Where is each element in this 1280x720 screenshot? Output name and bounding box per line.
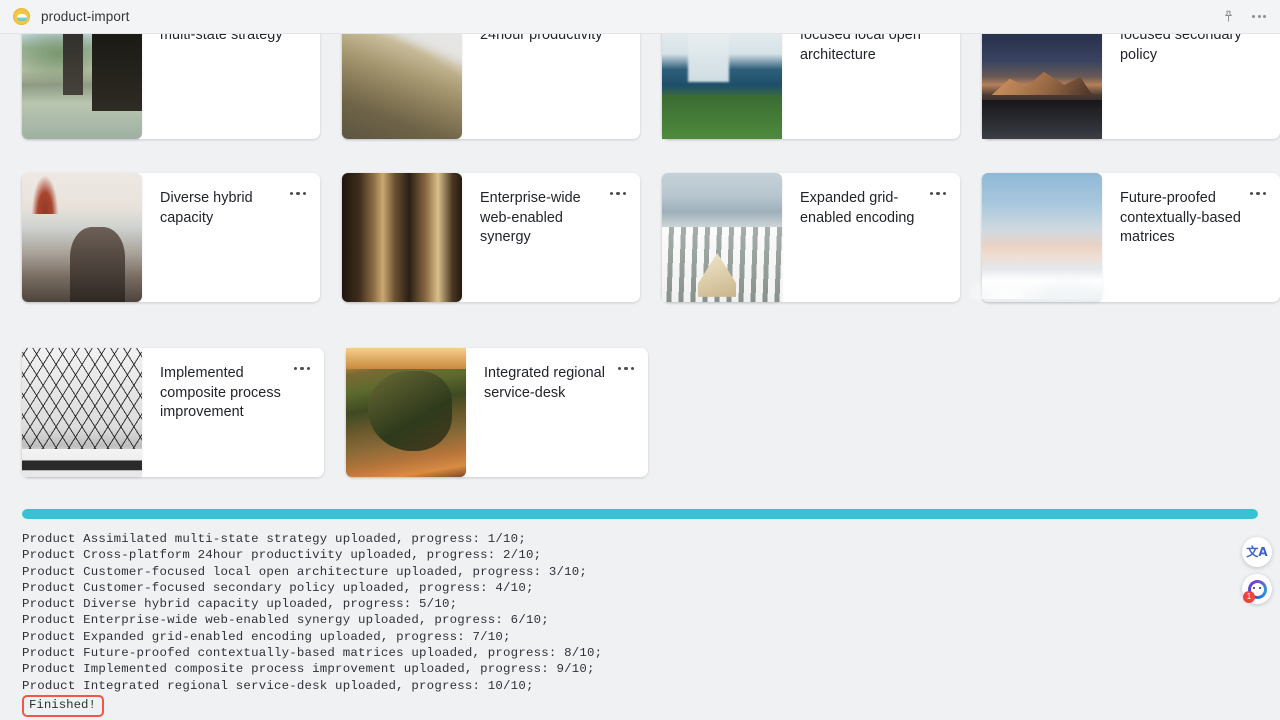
translate-glyph: 文A bbox=[1246, 545, 1268, 559]
console-line: Product Diverse hybrid capacity uploaded… bbox=[22, 597, 458, 612]
progress-track bbox=[22, 509, 1258, 519]
console-finished-row: Finished! bbox=[22, 694, 1262, 717]
console-line: Product Cross-platform 24hour productivi… bbox=[22, 548, 542, 563]
console-line: Product Expanded grid-enabled encoding u… bbox=[22, 629, 511, 644]
console-line: Product Future-proofed contextually-base… bbox=[22, 646, 603, 661]
console-line: Product Integrated regional service-desk… bbox=[22, 678, 534, 693]
product-title: Enterprise-wide web-enabled synergy bbox=[480, 190, 581, 246]
notification-badge: 1 bbox=[1243, 591, 1255, 603]
translate-icon[interactable]: 文A bbox=[1242, 537, 1272, 567]
product-title: Expanded grid-enabled encoding bbox=[800, 190, 915, 226]
header-actions bbox=[1217, 6, 1270, 28]
progress-fill bbox=[22, 509, 1258, 519]
console-line: Product Assimilated multi-state strategy… bbox=[22, 532, 526, 546]
chat-assistant-icon[interactable]: 1 bbox=[1242, 574, 1272, 604]
product-card[interactable]: Expanded grid-enabled encoding bbox=[662, 173, 960, 302]
product-title: Integrated regional service-desk bbox=[484, 365, 605, 401]
pin-icon[interactable] bbox=[1217, 6, 1239, 28]
console-log: Product Assimilated multi-state strategy… bbox=[22, 531, 1262, 717]
product-title: Future-proofed contextually-based matric… bbox=[1120, 190, 1241, 246]
more-horizontal-icon[interactable] bbox=[291, 364, 313, 373]
product-thumbnail bbox=[22, 173, 142, 302]
card-row: Diverse hybrid capacity Enterprise-wide … bbox=[0, 173, 1280, 302]
more-horizontal-icon[interactable] bbox=[1247, 189, 1269, 198]
product-thumbnail bbox=[970, 173, 1114, 302]
product-card[interactable]: Future-proofed contextually-based matric… bbox=[970, 173, 1280, 302]
console-line: Product Implemented composite process im… bbox=[22, 662, 595, 677]
more-horizontal-icon[interactable] bbox=[615, 364, 637, 373]
product-card[interactable]: Enterprise-wide web-enabled synergy bbox=[342, 173, 640, 302]
product-card[interactable]: Implemented composite process improvemen… bbox=[22, 348, 324, 477]
more-horizontal-icon[interactable] bbox=[607, 189, 629, 198]
upload-progress-bar bbox=[22, 509, 1258, 519]
finished-badge: Finished! bbox=[22, 694, 104, 717]
product-thumbnail bbox=[662, 173, 782, 302]
more-horizontal-icon[interactable] bbox=[1248, 6, 1270, 28]
app-header: product-import bbox=[0, 0, 1280, 34]
console-line: Product Customer-focused secondary polic… bbox=[22, 580, 534, 595]
cloud-logo-icon bbox=[13, 8, 30, 25]
product-thumbnail bbox=[22, 348, 142, 477]
page-title: product-import bbox=[41, 9, 130, 24]
more-horizontal-icon[interactable] bbox=[287, 189, 309, 198]
product-thumbnail bbox=[342, 173, 462, 302]
card-row: Implemented composite process improvemen… bbox=[0, 348, 1280, 477]
console-line: Product Customer-focused local open arch… bbox=[22, 564, 588, 579]
console-line: Product Enterprise-wide web-enabled syne… bbox=[22, 613, 549, 628]
more-horizontal-icon[interactable] bbox=[927, 189, 949, 198]
product-title: Implemented composite process improvemen… bbox=[160, 365, 281, 421]
product-card[interactable]: Diverse hybrid capacity bbox=[22, 173, 320, 302]
product-thumbnail bbox=[346, 348, 466, 477]
product-title: Diverse hybrid capacity bbox=[160, 190, 253, 226]
product-card[interactable]: Integrated regional service-desk bbox=[346, 348, 648, 477]
